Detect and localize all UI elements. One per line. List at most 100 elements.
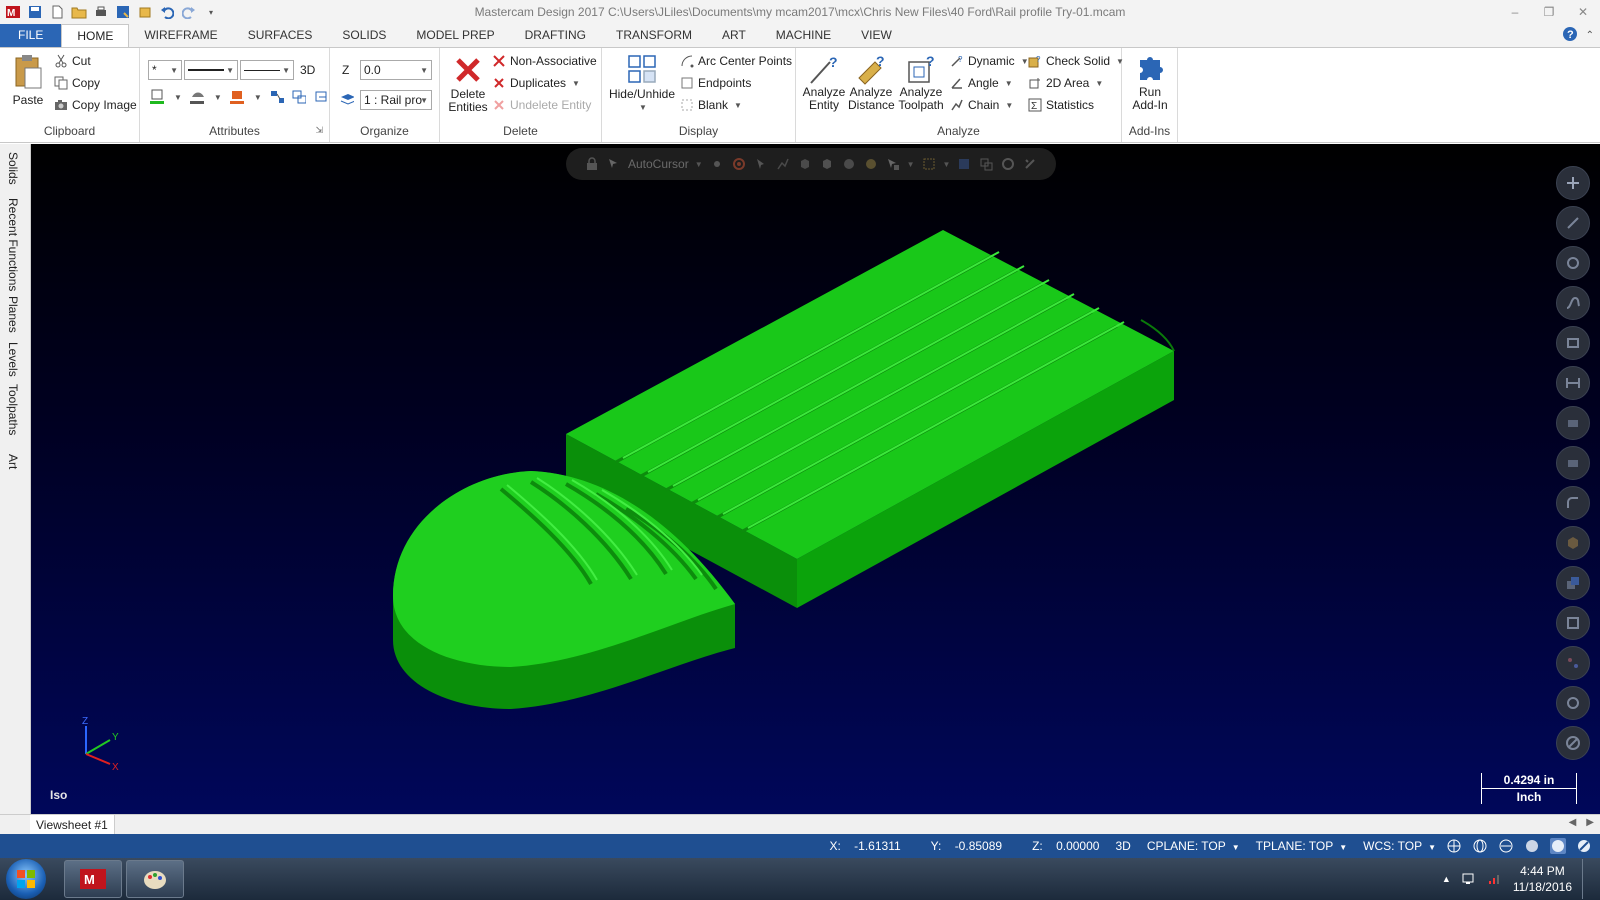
verify-selection-icon[interactable] <box>885 156 901 172</box>
select-all-icon[interactable] <box>956 156 972 172</box>
select-solid-icon[interactable] <box>797 156 813 172</box>
panel-tab-art[interactable]: Art <box>6 454 20 469</box>
select-body-icon[interactable] <box>841 156 857 172</box>
tab-model-prep[interactable]: MODEL PREP <box>401 24 509 47</box>
chevron-down-icon[interactable]: ▼ <box>943 160 951 169</box>
app-logo-icon[interactable]: M <box>4 3 22 21</box>
shaded-mode-icon[interactable] <box>1550 838 1566 854</box>
graphics-viewport[interactable]: AutoCursor ▼ ▼ ▼ Z Y X Iso 0.4294 in Inc… <box>31 144 1600 814</box>
tab-home[interactable]: HOME <box>61 24 130 47</box>
solid-box-icon[interactable] <box>1556 526 1590 560</box>
select-entity-icon[interactable] <box>753 156 769 172</box>
add-point-icon[interactable] <box>1556 166 1590 200</box>
view-globe-icon[interactable] <box>1472 838 1488 854</box>
panel-tab-recent-functions[interactable]: Recent Functions <box>6 198 20 291</box>
mode-3d-toggle[interactable]: 3D <box>1115 839 1130 853</box>
spline-icon[interactable] <box>1556 286 1590 320</box>
tab-drafting[interactable]: DRAFTING <box>510 24 601 47</box>
non-associative-button[interactable]: Non-Associative <box>492 54 597 68</box>
shell-icon[interactable] <box>1556 606 1590 640</box>
save-icon[interactable] <box>26 3 44 21</box>
line-icon[interactable] <box>1556 206 1590 240</box>
tab-art[interactable]: ART <box>707 24 761 47</box>
network-icon[interactable] <box>1461 870 1477 889</box>
help-icon[interactable]: ? <box>1562 26 1578 45</box>
rotate-globe-icon[interactable] <box>1498 838 1514 854</box>
boolean-icon[interactable] <box>1556 566 1590 600</box>
wireframe-color-icon[interactable] <box>150 89 164 104</box>
panel-tab-solids[interactable]: Solids <box>6 152 20 185</box>
autocursor-icon[interactable] <box>606 156 622 172</box>
circle-icon[interactable] <box>1556 246 1590 280</box>
new-file-icon[interactable] <box>48 3 66 21</box>
translucency-icon[interactable] <box>1576 838 1592 854</box>
wireframe-shading-icon[interactable] <box>1524 838 1540 854</box>
cut-button[interactable]: Cut <box>54 54 91 68</box>
settings-gear-icon[interactable] <box>731 156 747 172</box>
chevron-down-icon[interactable]: ▼ <box>907 160 915 169</box>
endpoints-button[interactable]: Endpoints <box>680 76 751 90</box>
signal-icon[interactable] <box>1487 870 1503 889</box>
analyze-chain-button[interactable]: Chain ▼ <box>950 98 1013 112</box>
chevron-down-icon[interactable]: ▼ <box>695 160 703 169</box>
select-only-icon[interactable] <box>978 156 994 172</box>
analyze-entity-button[interactable]: ? Analyze Entity <box>802 54 846 112</box>
scroll-right-icon[interactable]: ▶ <box>1586 817 1594 828</box>
area-2d-button[interactable]: 2D Area ▼ <box>1028 76 1103 90</box>
clear-selection-icon[interactable] <box>1000 156 1016 172</box>
select-chain-icon[interactable] <box>775 156 791 172</box>
tab-surfaces[interactable]: SURFACES <box>233 24 328 47</box>
panel-tab-planes[interactable]: Planes <box>6 296 20 333</box>
minimize-button[interactable]: – <box>1498 0 1532 24</box>
delete-entities-button[interactable]: Delete Entities <box>446 54 490 114</box>
select-face-icon[interactable] <box>819 156 835 172</box>
cplane-select[interactable]: CPLANE: TOP ▼ <box>1147 839 1240 853</box>
surface-color-icon[interactable] <box>189 90 204 104</box>
mode-3d-label[interactable]: 3D <box>300 63 315 77</box>
undo-icon[interactable] <box>158 3 176 21</box>
set-all-icon[interactable] <box>270 90 284 104</box>
undelete-entity-button[interactable]: Undelete Entity <box>492 98 591 112</box>
hide-unhide-button[interactable]: Hide/Unhide ▼ <box>608 54 676 114</box>
select-feature-icon[interactable] <box>863 156 879 172</box>
statistics-button[interactable]: Σ Statistics <box>1028 98 1094 112</box>
fillet-icon[interactable] <box>1556 486 1590 520</box>
analyze-angle-button[interactable]: Angle ▼ <box>950 76 1013 90</box>
z-depth-input[interactable]: 0.0 ▼ <box>360 60 432 80</box>
show-desktop-button[interactable] <box>1582 859 1592 899</box>
grid-snap-icon[interactable] <box>709 156 725 172</box>
window-select-icon[interactable] <box>921 156 937 172</box>
model-graphics[interactable] <box>31 144 1600 814</box>
copy-image-button[interactable]: Copy Image <box>54 98 137 112</box>
dimension-icon[interactable] <box>1556 366 1590 400</box>
panel-tab-toolpaths[interactable]: Toolpaths <box>6 384 20 435</box>
redo-icon[interactable] <box>180 3 198 21</box>
panel-tab-levels[interactable]: Levels <box>6 342 20 377</box>
paste-button[interactable]: Paste <box>8 54 48 107</box>
taskbar-mastercam[interactable]: M <box>64 860 122 898</box>
tab-machine[interactable]: MACHINE <box>761 24 846 47</box>
chevron-down-icon[interactable]: ▼ <box>214 93 222 102</box>
analyze-toolpath-button[interactable]: ? Analyze Toolpath <box>896 54 946 112</box>
merge-icon[interactable] <box>136 3 154 21</box>
clear-colors-icon[interactable] <box>292 90 306 104</box>
chevron-down-icon[interactable]: ▼ <box>174 93 182 102</box>
end-selection-icon[interactable] <box>1022 156 1038 172</box>
rectangle-icon[interactable] <box>1556 326 1590 360</box>
customize-qat-icon[interactable]: ▾ <box>202 3 220 21</box>
start-button[interactable] <box>6 859 46 899</box>
revolve-icon[interactable] <box>1556 446 1590 480</box>
level-select[interactable]: 1 : Rail pro ▼ <box>360 90 432 110</box>
close-button[interactable]: ✕ <box>1566 0 1600 24</box>
line-width-select[interactable]: ▼ <box>240 60 294 80</box>
extrude-icon[interactable] <box>1556 406 1590 440</box>
autocursor-label[interactable]: AutoCursor <box>628 157 689 171</box>
arc-center-points-button[interactable]: Arc Center Points <box>680 54 792 68</box>
run-addin-button[interactable]: Run Add-In <box>1128 54 1172 112</box>
globe-icon[interactable] <box>1446 838 1462 854</box>
scroll-left-icon[interactable]: ◀ <box>1569 817 1577 828</box>
lock-icon[interactable] <box>584 156 600 172</box>
line-style-select[interactable]: ▼ <box>184 60 238 80</box>
tab-view[interactable]: VIEW <box>846 24 907 47</box>
analyze-settings-icon[interactable] <box>1556 686 1590 720</box>
